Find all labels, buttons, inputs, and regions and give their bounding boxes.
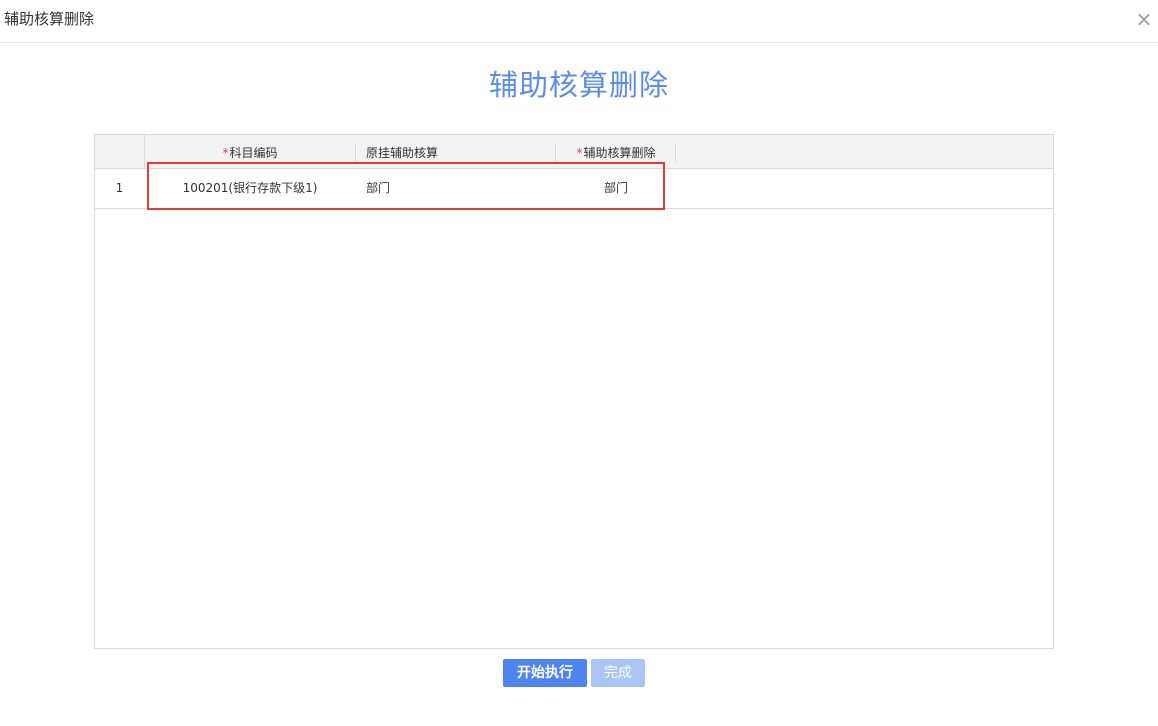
column-header-label: 原挂辅助核算	[366, 146, 439, 160]
column-header-delete-aux: *辅助核算删除	[556, 135, 676, 168]
required-mark: *	[576, 146, 583, 160]
aux-delete-grid: *科目编码 原挂辅助核算 *辅助核算删除 1 100201(银行存款下级1) 部…	[94, 134, 1054, 649]
row-index: 1	[115, 181, 124, 195]
close-icon[interactable]: ×	[1134, 9, 1154, 29]
column-header-label: 科目编码	[229, 146, 278, 160]
required-mark: *	[222, 146, 229, 160]
delete-aux-cell[interactable]: 部门	[556, 169, 676, 208]
dialog-header: 辅助核算删除 ×	[0, 0, 1158, 43]
start-execute-button[interactable]: 开始执行	[503, 659, 587, 687]
account-code-cell[interactable]: 100201(银行存款下级1)	[145, 169, 355, 208]
dialog-title: 辅助核算删除	[4, 10, 95, 28]
original-aux-cell: 部门	[366, 181, 391, 195]
column-header-account-code: *科目编码	[145, 135, 355, 168]
column-header-label: 辅助核算删除	[583, 146, 656, 160]
column-header-original-aux: 原挂辅助核算	[366, 135, 556, 168]
column-divider[interactable]	[675, 143, 676, 163]
column-divider[interactable]	[355, 143, 356, 163]
table-row[interactable]: 1 100201(银行存款下级1) 部门 部门	[95, 169, 1053, 209]
done-button[interactable]: 完成	[591, 659, 645, 687]
page-title: 辅助核算删除	[488, 68, 669, 102]
grid-header: *科目编码 原挂辅助核算 *辅助核算删除	[95, 135, 1053, 169]
